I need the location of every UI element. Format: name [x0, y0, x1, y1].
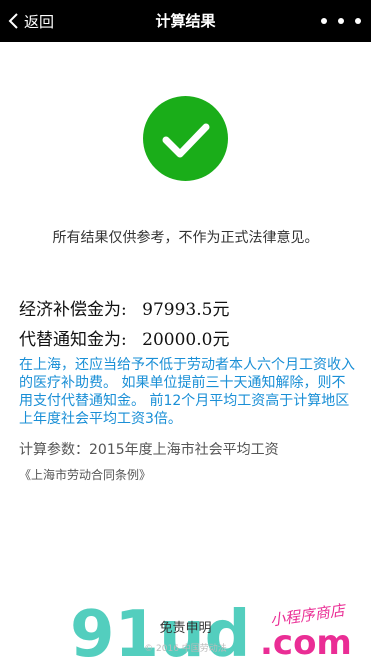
result-page: 返回 计算结果 所有结果仅供参考，不作为正式法律意见。 经济补偿金为: 9799…	[0, 0, 371, 666]
more-dots-icon	[355, 18, 361, 24]
checkmark-icon	[162, 123, 210, 158]
back-label: 返回	[24, 12, 55, 31]
chevron-left-icon	[6, 12, 22, 30]
more-dots-icon	[338, 18, 344, 24]
copyright-text: © 2016 中国劳动法	[144, 644, 227, 654]
success-icon	[143, 96, 228, 181]
compensation-value: 97993.5元	[142, 300, 230, 320]
compensation-label: 经济补偿金为:	[19, 300, 127, 320]
more-button[interactable]	[321, 0, 361, 42]
law-reference: 《上海市劳动合同条例》	[19, 468, 152, 482]
back-button[interactable]: 返回	[6, 0, 54, 42]
notice-pay-label: 代替通知金为:	[19, 330, 127, 350]
more-dots-icon	[321, 18, 327, 24]
notice-pay-value: 20000.0元	[142, 330, 230, 350]
page-title: 计算结果	[155, 12, 216, 30]
result-description: 在上海，还应当给予不低于劳动者本人六个月工资收入的医疗补助费。 如果单位提前三十…	[19, 357, 355, 427]
compensation-row: 经济补偿金为: 97993.5元	[19, 295, 229, 320]
calculation-params: 计算参数：2015年度上海市社会平均工资	[19, 442, 279, 458]
navigation-bar: 返回 计算结果	[0, 0, 371, 42]
disclaimer-notice: 所有结果仅供参考，不作为正式法律意见。	[52, 230, 319, 246]
notice-pay-row: 代替通知金为: 20000.0元	[19, 325, 229, 350]
disclaimer-link[interactable]: 免责申明	[0, 617, 371, 636]
